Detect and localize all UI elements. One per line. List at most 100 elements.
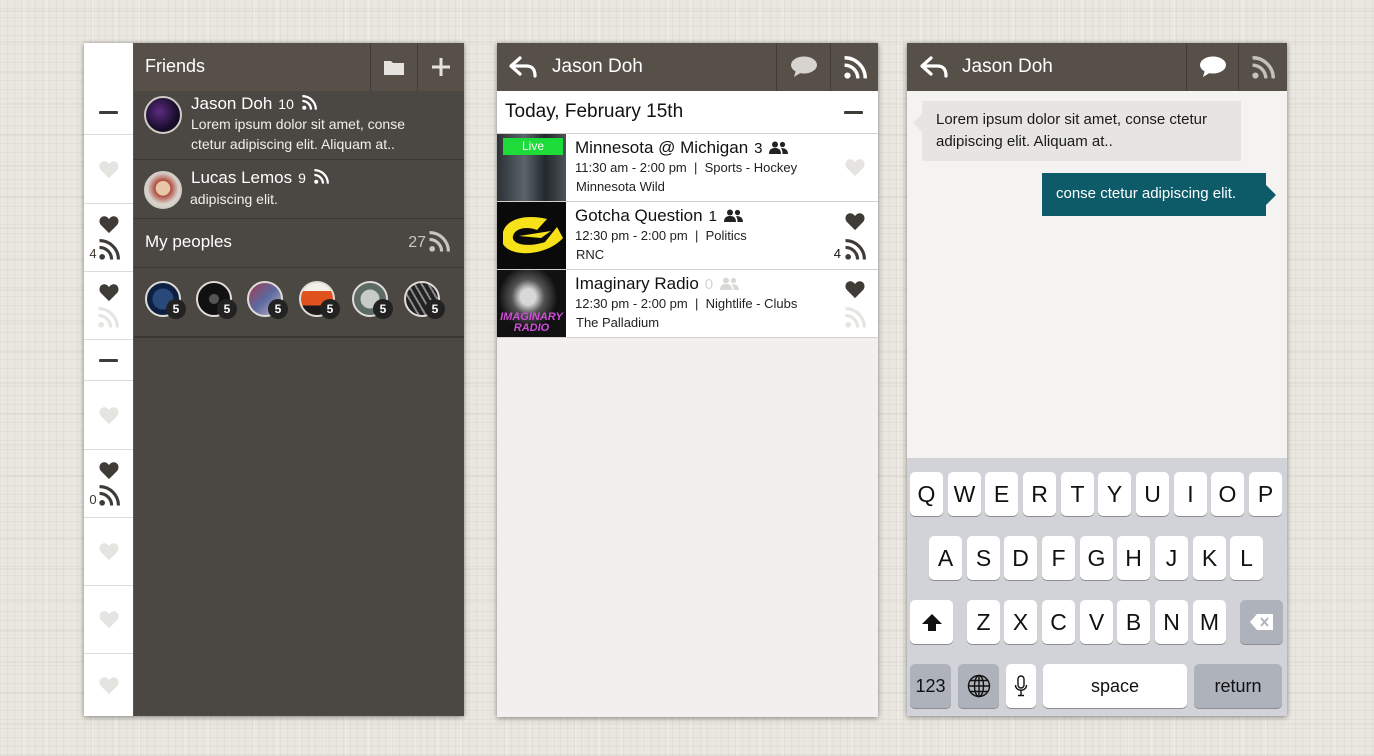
key-o[interactable]: O [1211,472,1244,516]
separator: | [694,228,699,243]
rss-count: 4 [833,246,841,261]
favorite-toggle[interactable] [84,381,133,450]
people-icon [719,277,739,290]
section-title: My peoples [145,232,232,251]
heart-icon[interactable] [844,280,866,299]
key-i[interactable]: I [1174,472,1207,516]
favorite-toggle[interactable] [84,135,133,204]
back-icon[interactable] [509,56,537,78]
rss-icon[interactable] [98,307,119,328]
people-badge[interactable]: 5 [352,281,393,319]
key-y[interactable]: Y [1098,472,1131,516]
numbers-key[interactable]: 123 [910,664,951,708]
list-item[interactable]: IMAGINARY RADIO Imaginary Radio 0 12:30 p… [497,270,878,338]
chat-icon[interactable] [776,43,830,91]
plus-icon[interactable] [417,43,464,91]
friend-name: Lucas Lemos [191,168,293,187]
people-badge[interactable]: 5 [145,281,186,319]
key-r[interactable]: R [1023,472,1056,516]
event-place: The Palladium [576,315,660,330]
key-e[interactable]: E [985,472,1018,516]
key-j[interactable]: J [1155,536,1188,580]
event-title-row: Imaginary Radio 0 [575,274,739,294]
rss-icon[interactable] [98,239,120,260]
rss-icon[interactable] [1238,43,1287,91]
collapse-button[interactable] [84,91,133,135]
heart-outline-icon [98,543,119,561]
favorite-toggle[interactable] [84,586,133,654]
delete-key[interactable] [1240,600,1283,644]
key-s[interactable]: S [967,536,1000,580]
page-title: Jason Doh [552,56,643,77]
heart-icon [98,462,119,480]
favorite-toggle[interactable]: 0 [84,450,133,518]
event-title-row: Minnesota @ Michigan 3 [575,138,789,158]
rss-icon [313,169,329,184]
key-n[interactable]: N [1155,600,1188,644]
heart-outline-icon [98,406,119,424]
key-u[interactable]: U [1136,472,1169,516]
key-a[interactable]: A [929,536,962,580]
key-k[interactable]: K [1193,536,1226,580]
key-w[interactable]: W [948,472,981,516]
key-m[interactable]: M [1193,600,1226,644]
key-l[interactable]: L [1230,536,1263,580]
message-text: conse ctetur adipiscing elit. [1056,185,1237,202]
day-title: Today, February 15th [505,101,684,122]
key-g[interactable]: G [1080,536,1113,580]
key-d[interactable]: D [1004,536,1037,580]
key-c[interactable]: C [1042,600,1075,644]
favorite-toggle[interactable] [84,654,133,716]
folder-icon[interactable] [370,43,417,91]
event-actions: 4 [826,202,866,269]
favorite-toggle[interactable] [84,272,133,340]
shift-key[interactable] [910,600,953,644]
friends-screen: Friends 4 0 Jason Doh 10 Lorem ipsum dol… [84,43,464,716]
list-item[interactable]: Gotcha Question 1 12:30 pm - 2:00 pm | Po… [497,202,878,270]
people-badge[interactable]: 5 [196,281,237,319]
event-category: Politics [705,228,747,243]
return-key[interactable]: return [1194,664,1282,708]
chat-icon[interactable] [1186,43,1238,91]
favorite-toggle[interactable] [84,518,133,586]
collapse-button[interactable] [84,340,133,381]
heart-outline-icon[interactable] [844,158,866,177]
friend-message: Lorem ipsum dolor sit amet, conse ctetur… [191,116,405,152]
people-badge[interactable]: 5 [299,281,340,319]
globe-key[interactable] [958,664,999,708]
badge-count: 5 [217,299,237,319]
list-item[interactable]: Lucas Lemos 9 adipiscing elit. [134,160,464,219]
space-key[interactable]: space [1043,664,1187,708]
people-badge[interactable]: 5 [247,281,288,319]
keyboard: Q W E R T Y U I O P A S D F G H J K L Z … [907,458,1287,716]
my-peoples-header[interactable]: My peoples 27 [134,219,464,268]
key-q[interactable]: Q [910,472,943,516]
list-item[interactable]: Live Minnesota @ Michigan 3 11:30 am - 2:… [497,134,878,202]
page-title: Friends [145,56,206,76]
microphone-key[interactable] [1006,664,1036,708]
key-x[interactable]: X [1004,600,1037,644]
list-item[interactable]: Jason Doh 10 Lorem ipsum dolor sit amet, … [134,91,464,160]
rss-icon[interactable] [98,485,120,506]
heart-icon[interactable] [844,212,866,231]
key-t[interactable]: T [1061,472,1094,516]
favorite-toggle[interactable]: 4 [84,204,133,272]
event-time-row: 12:30 pm - 2:00 pm | Politics [575,228,747,243]
day-header[interactable]: Today, February 15th [497,91,878,134]
rss-icon[interactable] [830,43,878,91]
key-p[interactable]: P [1249,472,1282,516]
rss-icon[interactable] [845,239,866,260]
key-z[interactable]: Z [967,600,1000,644]
key-v[interactable]: V [1080,600,1113,644]
minus-icon[interactable] [844,111,863,114]
friends-header: Friends [84,43,464,91]
key-b[interactable]: B [1117,600,1150,644]
back-icon[interactable] [920,56,948,78]
thumbnail-caption: IMAGINARY RADIO [500,311,563,334]
rss-icon[interactable] [845,307,866,328]
key-h[interactable]: H [1117,536,1150,580]
people-badge[interactable]: 5 [404,281,445,319]
key-f[interactable]: F [1042,536,1075,580]
minus-icon [99,111,118,114]
microphone-icon [1014,675,1028,697]
